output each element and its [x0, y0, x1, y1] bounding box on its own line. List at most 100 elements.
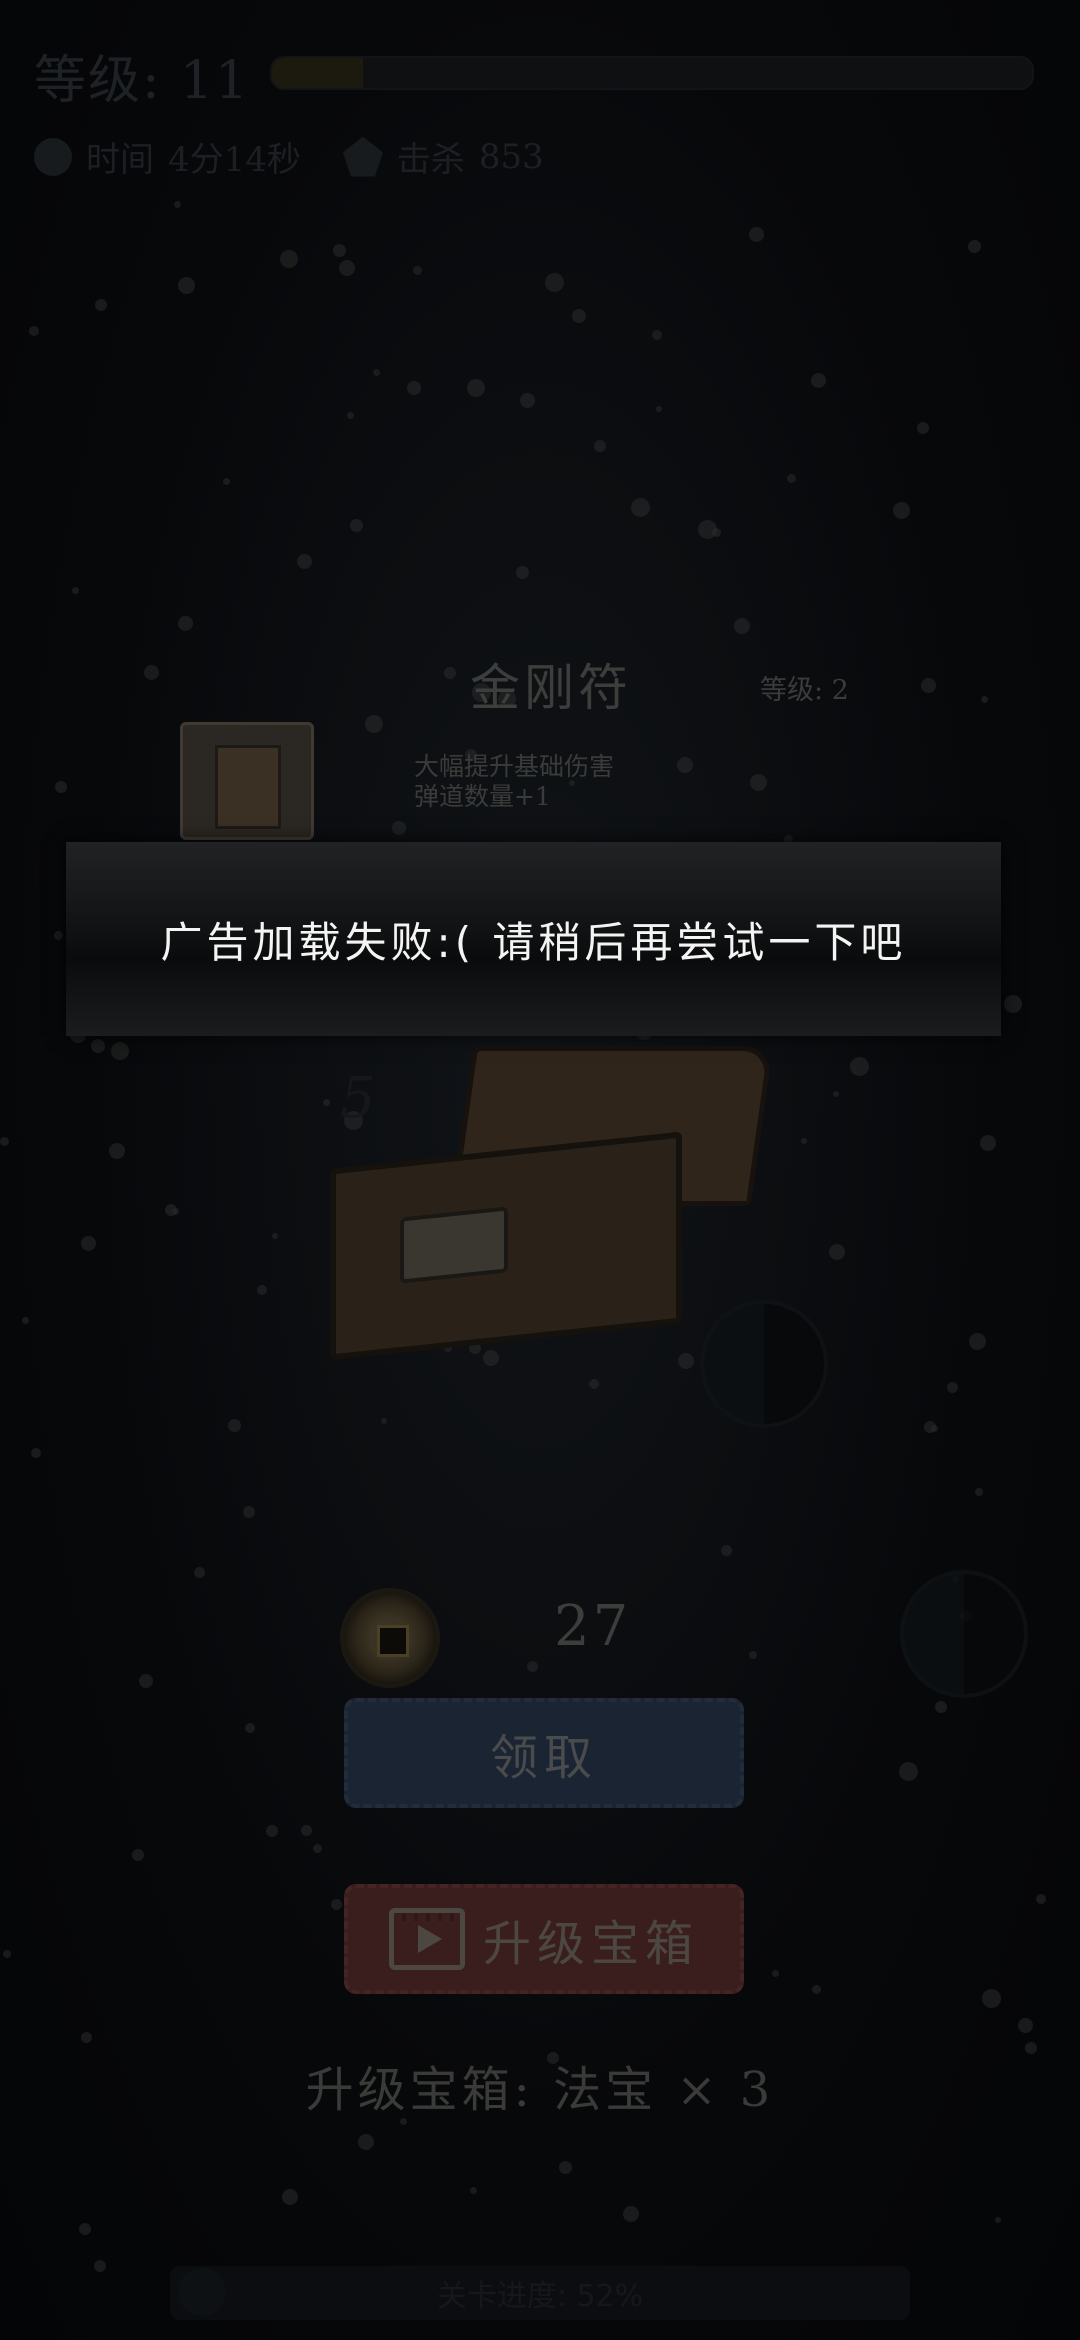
background-speck: [132, 1849, 144, 1861]
chest-number: 5: [340, 1066, 376, 1131]
coin-count: 27: [554, 1594, 632, 1659]
background-speck: [749, 227, 764, 242]
background-speck: [924, 1421, 936, 1433]
hud-stats: 时间 4分14秒 击杀 853: [34, 132, 544, 181]
background-speck: [520, 393, 535, 408]
coin-hole: [377, 1625, 409, 1657]
player-level: 等级: 11: [34, 51, 251, 111]
background-speck: [969, 1333, 986, 1350]
xp-progress-fill: [272, 58, 364, 88]
game-screen: 等级: 11 时间 4分14秒 击杀 853 金刚符 等级: 2 大幅提升基础伤…: [0, 0, 1080, 2340]
background-speck: [94, 2260, 106, 2272]
background-speck: [812, 1985, 821, 1994]
chest-lock-icon: [400, 1206, 508, 1284]
background-speck: [623, 2206, 639, 2222]
background-speck: [787, 474, 796, 483]
background-speck: [678, 1353, 694, 1369]
stage-progress-bar: 关卡进度: 52%: [170, 2266, 910, 2320]
background-speck: [893, 502, 910, 519]
background-speck: [81, 2032, 92, 2043]
ad-failed-toast: 广告加载失败:( 请稍后再尝试一下吧: [66, 842, 1001, 1036]
background-speck: [981, 696, 988, 703]
background-speck: [3, 1950, 11, 1958]
background-speck: [257, 1285, 267, 1295]
background-speck: [1004, 995, 1022, 1013]
item-name: 金刚符: [470, 659, 632, 717]
background-speck: [339, 260, 355, 276]
background-speck: [243, 1506, 255, 1518]
item-icon: [180, 722, 314, 840]
background-speck: [365, 715, 383, 733]
background-speck: [413, 266, 422, 275]
background-speck: [139, 1674, 153, 1688]
background-speck: [144, 665, 159, 680]
background-speck: [29, 326, 39, 336]
background-speck: [245, 1723, 255, 1733]
background-speck: [55, 781, 67, 793]
background-speck: [947, 1382, 958, 1393]
background-speck: [111, 1042, 129, 1060]
background-speck: [266, 1825, 278, 1837]
toast-message: 广告加载失败:( 请稍后再尝试一下吧: [160, 917, 907, 967]
background-speck: [483, 1350, 499, 1366]
background-speck: [545, 273, 564, 292]
background-speck: [91, 1039, 105, 1053]
background-speck: [0, 1137, 9, 1146]
yinyang-icon: [900, 1570, 1028, 1698]
kill-label: 击杀: [396, 140, 465, 180]
background-speck: [734, 618, 750, 634]
background-speck: [178, 616, 193, 631]
time-label: 时间: [86, 140, 154, 180]
xp-progress-bar: [270, 56, 1034, 90]
upgrade-info-text: 升级宝箱: 法宝 × 3: [305, 2062, 775, 2118]
item-level: 等级: 2: [760, 675, 849, 706]
background-speck: [323, 1099, 330, 1106]
background-speck: [899, 1762, 918, 1781]
background-speck: [381, 1418, 387, 1424]
background-speck: [95, 299, 107, 311]
background-speck: [392, 821, 406, 835]
background-speck: [559, 2161, 572, 2174]
upgrade-button-label: 升级宝箱: [482, 1916, 699, 1972]
background-speck: [1036, 1894, 1046, 1904]
background-speck: [72, 587, 79, 594]
background-speck: [31, 1448, 41, 1458]
background-speck: [589, 1379, 599, 1389]
stage-progress-text: 关卡进度: 52%: [436, 2279, 644, 2314]
background-speck: [850, 1057, 869, 1076]
background-speck: [516, 566, 529, 579]
background-speck: [347, 412, 354, 419]
background-speck: [228, 1419, 241, 1432]
video-play-icon: [388, 1908, 465, 1970]
background-speck: [22, 1317, 29, 1324]
item-desc-line: 大幅提升基础伤害: [414, 752, 615, 781]
skull-icon: [342, 136, 383, 177]
background-speck: [194, 1567, 205, 1578]
background-speck: [698, 520, 717, 539]
background-speck: [995, 2217, 1001, 2223]
claim-button-label: 领取: [489, 1730, 598, 1786]
background-speck: [801, 1138, 807, 1144]
talisman-icon: [215, 745, 281, 829]
background-speck: [677, 757, 693, 773]
background-speck: [833, 1091, 839, 1097]
coin-icon: [340, 1588, 440, 1688]
item-desc-line: 弹道数量+1: [414, 782, 551, 811]
background-speck: [470, 2187, 477, 2194]
background-speck: [297, 554, 312, 569]
upgrade-chest-button[interactable]: 升级宝箱: [344, 1884, 744, 1994]
background-speck: [407, 381, 421, 395]
background-speck: [982, 1989, 1001, 2008]
background-speck: [772, 1970, 779, 1977]
background-speck: [350, 519, 363, 532]
background-speck: [178, 277, 195, 294]
background-speck: [652, 330, 662, 340]
background-speck: [373, 369, 380, 376]
claim-button[interactable]: 领取: [344, 1698, 744, 1808]
background-speck: [917, 422, 929, 434]
background-speck: [358, 2134, 374, 2150]
background-speck: [223, 478, 230, 485]
background-speck: [921, 678, 936, 693]
background-speck: [331, 1899, 342, 1910]
background-speck: [467, 379, 485, 397]
